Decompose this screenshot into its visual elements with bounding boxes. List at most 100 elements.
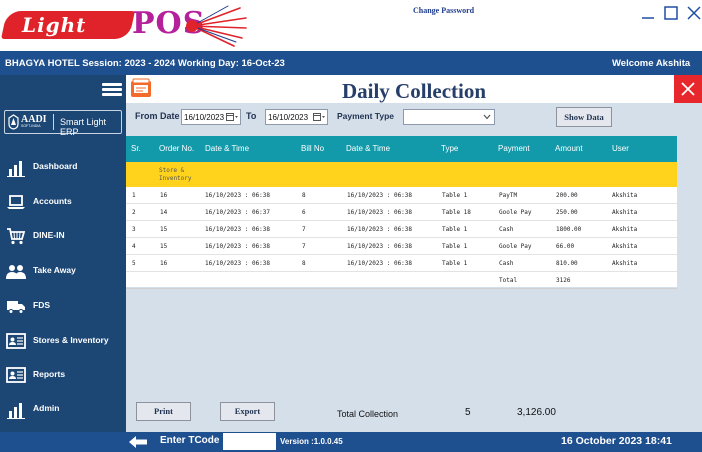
admin-chart-icon xyxy=(7,403,25,419)
to-date-label: To xyxy=(246,111,257,121)
sidebar-item-admin[interactable]: Admin xyxy=(0,395,126,425)
welcome-user: Welcome Akshita xyxy=(612,58,691,69)
maximize-icon[interactable] xyxy=(660,4,682,22)
column-header-bill-date-time[interactable]: Date & Time xyxy=(346,144,390,153)
column-header-sr[interactable]: Sr. xyxy=(131,144,141,153)
window-close-icon[interactable] xyxy=(683,4,702,22)
sidebar-item-take-away[interactable]: Take Away xyxy=(0,257,126,287)
tcode-input[interactable] xyxy=(223,433,276,450)
table-row[interactable]: 5 16 16/10/2023 : 06:38 8 16/10/2023 : 0… xyxy=(126,255,677,272)
print-button[interactable]: Print xyxy=(136,402,191,421)
sidebar-item-label: Admin xyxy=(33,403,60,413)
calendar-dropdown-icon xyxy=(226,113,238,121)
column-header-payment[interactable]: Payment xyxy=(498,144,530,153)
column-header-order-no[interactable]: Order No. xyxy=(159,144,194,153)
change-password-link[interactable]: Change Password xyxy=(413,6,474,15)
from-date-picker[interactable]: 16/10/2023 xyxy=(181,109,241,125)
report-card-icon xyxy=(6,367,26,383)
total-collection-count: 5 xyxy=(465,407,471,418)
back-arrow-icon[interactable] xyxy=(128,435,148,449)
cell-user: Akshita xyxy=(612,192,638,199)
cell-amount: 66.00 xyxy=(556,243,575,250)
sidebar-item-label: Dashboard xyxy=(33,161,78,171)
sidebar-item-fds[interactable]: FDS xyxy=(0,292,126,322)
table-row[interactable]: 4 15 16/10/2023 : 06:38 7 16/10/2023 : 0… xyxy=(126,238,677,255)
calendar-dropdown-icon xyxy=(313,113,325,121)
from-date-value: 16/10/2023 xyxy=(184,113,225,122)
cell-type: Table 1 xyxy=(442,260,468,267)
table-row[interactable]: 3 15 16/10/2023 : 06:38 7 16/10/2023 : 0… xyxy=(126,221,677,238)
brand-name: Smart Light ERP xyxy=(60,117,107,137)
close-icon xyxy=(681,82,695,96)
action-bar: Print Export Total Collection 5 3,126.00 xyxy=(126,398,702,432)
version-label: Version :1.0.0.45 xyxy=(280,437,343,446)
hamburger-menu-icon[interactable] xyxy=(100,80,124,98)
show-data-button[interactable]: Show Data xyxy=(556,107,612,127)
column-header-bill-no[interactable]: Bill No xyxy=(301,144,324,153)
column-header-type[interactable]: Type xyxy=(441,144,458,153)
cell-amount: 200.00 xyxy=(556,192,578,199)
logo-text-light: Light xyxy=(22,13,87,37)
chevron-down-icon xyxy=(483,114,491,120)
cell-order-date-time: 16/10/2023 : 06:38 xyxy=(205,260,271,267)
cell-bill-no: 6 xyxy=(302,209,306,216)
brand-box: AADI SOFT-INDIA Smart Light ERP xyxy=(4,110,122,137)
table-row[interactable]: 1 16 16/10/2023 : 06:38 8 16/10/2023 : 0… xyxy=(126,187,677,204)
cell-order-date-time: 16/10/2023 : 06:37 xyxy=(205,209,271,216)
cell-user: Akshita xyxy=(612,226,638,233)
cell-user: Akshita xyxy=(612,243,638,250)
sidebar-item-dashboard[interactable]: Dashboard xyxy=(0,153,126,183)
cell-order-no: 16 xyxy=(160,192,168,199)
cell-sr: 5 xyxy=(132,260,136,267)
table-header: Sr. Order No. Date & Time Bill No Date &… xyxy=(126,136,677,162)
cell-order-date-time: 16/10/2023 : 06:38 xyxy=(205,192,271,199)
close-button[interactable] xyxy=(674,75,702,103)
cell-sr: 1 xyxy=(132,192,136,199)
status-bar: Enter TCode Version :1.0.0.45 16 October… xyxy=(0,432,702,452)
cell-payment: Goole Pay xyxy=(499,209,532,216)
export-button[interactable]: Export xyxy=(220,402,275,421)
aadi-shield-icon xyxy=(8,114,19,130)
cart-icon xyxy=(7,228,26,245)
sidebar-item-accounts[interactable]: Accounts xyxy=(0,188,126,218)
table-row[interactable]: 2 14 16/10/2023 : 06:37 6 16/10/2023 : 0… xyxy=(126,204,677,221)
cell-sr: 4 xyxy=(132,243,136,250)
column-header-order-date-time[interactable]: Date & Time xyxy=(205,144,249,153)
total-row-value: 3126 xyxy=(556,277,571,284)
cell-order-no: 15 xyxy=(160,226,168,233)
sidebar-item-stores-inventory[interactable]: Stores & Inventory xyxy=(0,327,126,357)
sidebar: AADI SOFT-INDIA Smart Light ERP Dashboar… xyxy=(0,75,126,432)
cell-sr: 3 xyxy=(132,226,136,233)
cell-amount: 810.00 xyxy=(556,260,578,267)
sidebar-item-label: Reports xyxy=(33,369,66,379)
column-header-amount[interactable]: Amount xyxy=(555,144,583,153)
cell-order-no: 15 xyxy=(160,243,168,250)
payment-type-select[interactable] xyxy=(403,109,495,125)
minimize-icon[interactable] xyxy=(637,4,659,22)
status-date-time: 16 October 2023 18:41 xyxy=(561,435,672,447)
session-header: BHAGYA HOTEL Session: 2023 - 2024 Workin… xyxy=(0,51,702,75)
cell-order-date-time: 16/10/2023 : 06:38 xyxy=(205,243,271,250)
cell-bill-date-time: 16/10/2023 : 06:38 xyxy=(347,226,413,233)
from-date-label: From Date xyxy=(135,111,180,121)
group-label: Store & Inventory xyxy=(159,167,192,182)
cell-user: Akshita xyxy=(612,209,638,216)
to-date-picker[interactable]: 16/10/2023 xyxy=(265,109,328,125)
cell-bill-no: 8 xyxy=(302,192,306,199)
sidebar-item-label: DINE-IN xyxy=(33,230,65,240)
sidebar-item-dine-in[interactable]: DINE-IN xyxy=(0,222,126,252)
table-total-row: Total 3126 xyxy=(126,272,677,289)
cell-user: Akshita xyxy=(612,260,638,267)
cell-bill-date-time: 16/10/2023 : 06:38 xyxy=(347,243,413,250)
cell-bill-date-time: 16/10/2023 : 06:38 xyxy=(347,209,413,216)
filter-bar: From Date 16/10/2023 To 16/10/2023 Payme… xyxy=(126,103,702,131)
column-header-user[interactable]: User xyxy=(612,144,629,153)
cell-type: Table 1 xyxy=(442,243,468,250)
group-row[interactable]: Store & Inventory xyxy=(126,162,677,187)
cell-bill-no: 8 xyxy=(302,260,306,267)
sidebar-item-reports[interactable]: Reports xyxy=(0,361,126,391)
collection-table: Sr. Order No. Date & Time Bill No Date &… xyxy=(126,136,677,289)
cell-payment: Cash xyxy=(499,260,514,267)
total-collection-amount: 3,126.00 xyxy=(517,407,556,418)
to-date-value: 16/10/2023 xyxy=(268,113,309,122)
